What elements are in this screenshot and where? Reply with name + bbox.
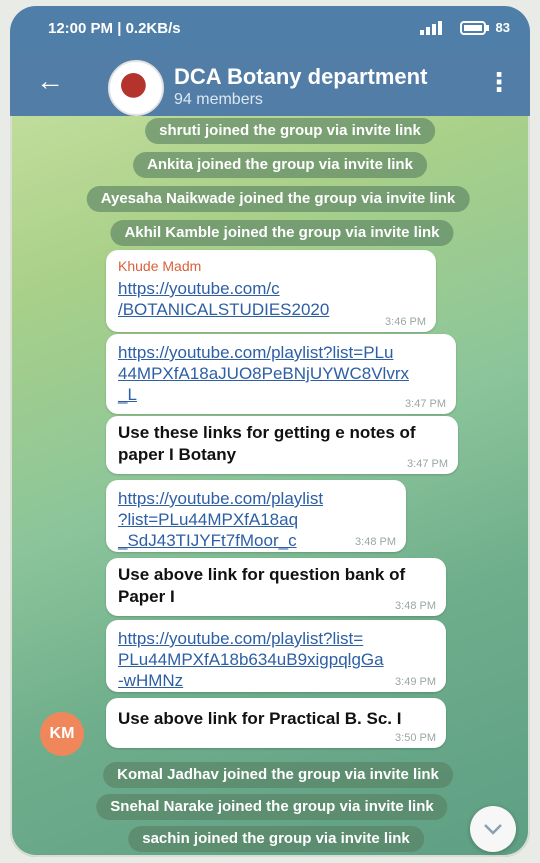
- message-bubble[interactable]: https://youtube.com/playlist ?list=PLu44…: [106, 480, 406, 552]
- message-link[interactable]: https://youtube.com/playlist: [118, 488, 394, 509]
- message-time: 3:46 PM: [385, 316, 426, 328]
- arrow-left-icon[interactable]: ←: [36, 66, 64, 96]
- message-text: Use above link for Practical B. Sc. I: [118, 709, 402, 728]
- message-link[interactable]: /BOTANICALSTUDIES2020: [118, 299, 424, 320]
- message-time: 3:49 PM: [395, 676, 436, 688]
- message-bubble[interactable]: https://youtube.com/playlist?list= PLu44…: [106, 620, 446, 692]
- status-time: 12:00 PM | 0.2KB/s: [48, 20, 181, 37]
- message-bubble[interactable]: Use these links for getting e notes of p…: [106, 416, 458, 474]
- sender-name: Khude Madm: [118, 258, 202, 274]
- service-message: Snehal Narake joined the group via invit…: [96, 794, 448, 820]
- sender-avatar[interactable]: KM: [40, 712, 84, 756]
- chat-header: ← DCA Botany department 94 members ⋮: [10, 52, 530, 116]
- status-bar: 12:00 PM | 0.2KB/s 83: [10, 6, 530, 52]
- status-icons: 83: [419, 20, 510, 35]
- service-message: Ankita joined the group via invite link: [133, 152, 427, 178]
- battery-level: 83: [495, 20, 510, 35]
- service-message: sachin joined the group via invite link: [128, 826, 424, 852]
- group-title[interactable]: DCA Botany department: [174, 64, 427, 90]
- message-bubble[interactable]: https://youtube.com/playlist?list=PLu 44…: [106, 334, 456, 414]
- message-link[interactable]: _L: [118, 384, 444, 405]
- message-link[interactable]: -wHMNz: [118, 670, 434, 691]
- message-link[interactable]: PLu44MPXfA18b634uB9xigpqlgGa: [118, 649, 434, 670]
- message-time: 3:47 PM: [405, 398, 446, 410]
- message-link[interactable]: 44MPXfA18aJUO8PeBNjUYWC8Vlvrx: [118, 363, 444, 384]
- message-bubble[interactable]: Use above link for Practical B. Sc. I 3:…: [106, 698, 446, 748]
- message-time: 3:48 PM: [395, 600, 436, 612]
- message-text: Use these links for getting e notes of: [118, 423, 416, 442]
- message-time: 3:50 PM: [395, 732, 436, 744]
- message-bubble[interactable]: Use above link for question bank of Pape…: [106, 558, 446, 616]
- chat-screen: 12:00 PM | 0.2KB/s 83 ← DCA Botany depar…: [10, 6, 530, 857]
- message-link[interactable]: ?list=PLu44MPXfA18aq: [118, 509, 394, 530]
- signal-icon: [419, 20, 442, 35]
- message-link[interactable]: https://youtube.com/c: [118, 278, 424, 299]
- chevron-down-icon[interactable]: [470, 806, 516, 852]
- battery-icon: [459, 20, 489, 35]
- message-text: paper I Botany: [118, 445, 237, 464]
- message-bubble[interactable]: Khude Madm https://youtube.com/c /BOTANI…: [106, 250, 436, 332]
- service-message: Komal Jadhav joined the group via invite…: [103, 762, 453, 788]
- message-text: Paper I: [118, 587, 175, 606]
- more-vertical-icon[interactable]: ⋮: [486, 68, 512, 96]
- service-message: Akhil Kamble joined the group via invite…: [110, 220, 454, 246]
- message-time: 3:48 PM: [355, 536, 396, 548]
- group-avatar[interactable]: [108, 60, 164, 116]
- service-message: shruti joined the group via invite link: [145, 118, 435, 144]
- member-count: 94 members: [174, 91, 263, 108]
- message-text: Use above link for question bank of: [118, 565, 406, 584]
- message-link[interactable]: https://youtube.com/playlist?list=PLu: [118, 342, 444, 363]
- message-time: 3:47 PM: [407, 458, 448, 470]
- message-link[interactable]: _SdJ43TIJYFt7fMoor_c: [118, 530, 394, 551]
- service-message: Ayesaha Naikwade joined the group via in…: [86, 186, 470, 212]
- message-link[interactable]: https://youtube.com/playlist?list=: [118, 628, 434, 649]
